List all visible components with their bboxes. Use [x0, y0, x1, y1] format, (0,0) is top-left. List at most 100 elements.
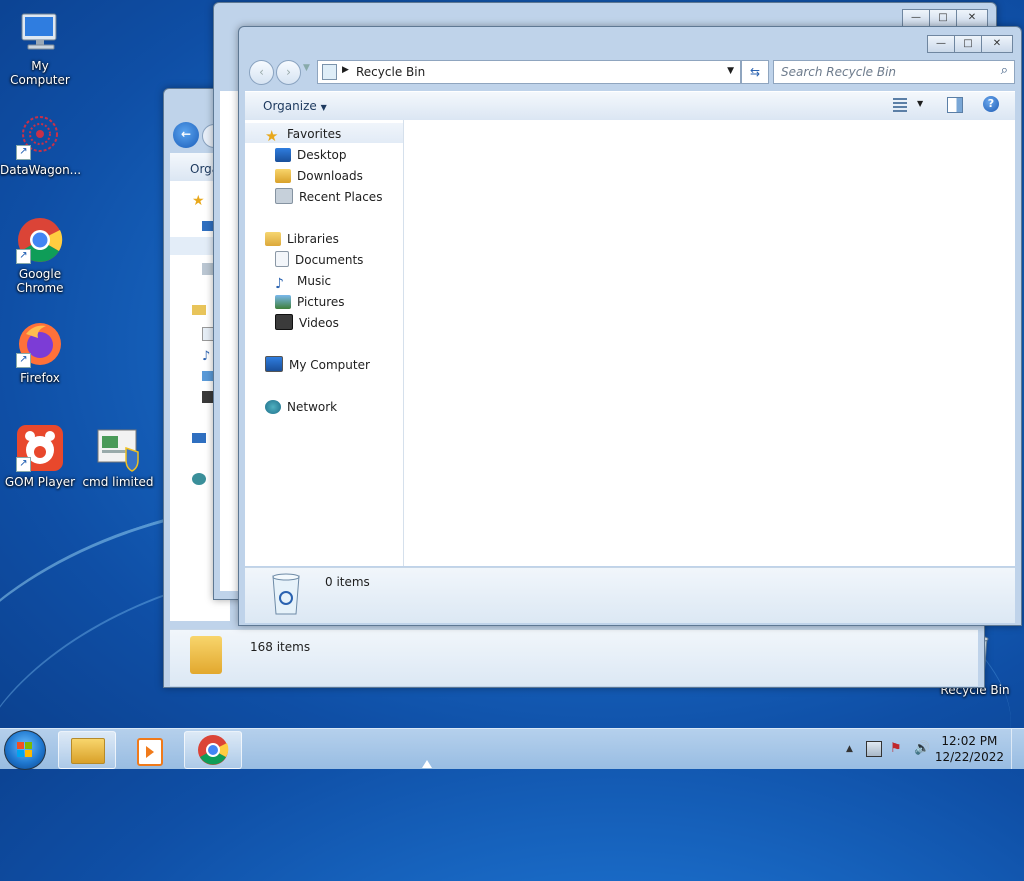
nav-label: Libraries: [287, 232, 339, 246]
nav-label: Music: [297, 274, 332, 288]
desktop-icon-label: My Computer: [10, 59, 70, 87]
taskbar-explorer-button[interactable]: [58, 731, 116, 769]
clock[interactable]: 12:02 PM 12/22/2022: [935, 733, 1004, 765]
start-button[interactable]: [4, 730, 46, 770]
documents-icon: [275, 251, 289, 267]
navigation-pane: ★ Favorites Desktop Downloads Recent Plac…: [245, 120, 404, 566]
view-dropdown-icon[interactable]: ▼: [917, 99, 923, 108]
maximize-button[interactable]: □: [929, 9, 957, 27]
command-bar: Organize ▼ ▼ ?: [245, 91, 1015, 121]
change-view-icon[interactable]: [893, 98, 907, 112]
shortcut-arrow-icon: ↗: [16, 249, 31, 264]
details-pane: 0 items: [245, 567, 1015, 623]
nav-my-computer[interactable]: My Computer: [265, 355, 370, 375]
nav-music[interactable]: ♪ Music: [275, 271, 332, 292]
desktop-icon-cmd-limited[interactable]: cmd limited: [78, 424, 158, 489]
nav-label: Desktop: [297, 148, 347, 162]
star-icon: ★: [265, 127, 279, 145]
refresh-button[interactable]: ⇆: [741, 60, 769, 84]
show-desktop-button[interactable]: [1011, 729, 1024, 769]
folder-icon: [190, 636, 222, 674]
network-icon: [192, 473, 206, 485]
computer-icon: [192, 433, 206, 443]
status-item-count: 0 items: [325, 575, 370, 589]
desktop-icon-gom-player[interactable]: ↗ GOM Player: [0, 424, 80, 489]
chrome-icon: ↗: [16, 216, 64, 264]
desktop-icon: [275, 148, 291, 162]
file-list-area[interactable]: [404, 120, 1015, 566]
nav-label: Favorites: [287, 127, 342, 141]
desktop-icon-my-computer[interactable]: My Computer: [0, 8, 80, 87]
star-icon: ★: [192, 193, 205, 209]
taskbar: ▲ ⚑ 🔊 12:02 PM 12/22/2022: [0, 728, 1024, 770]
shortcut-arrow-icon: ↗: [16, 457, 31, 472]
action-center-flag-icon[interactable]: ⚑: [890, 741, 902, 756]
shortcut-arrow-icon: ↗: [16, 145, 31, 160]
desktop-icon-label: cmd limited: [82, 475, 154, 489]
pictures-icon: [275, 295, 291, 309]
search-box[interactable]: Search Recycle Bin ⌕: [773, 60, 1015, 84]
network-tray-icon[interactable]: [866, 741, 882, 757]
cmd-shield-icon: [94, 424, 142, 472]
desktop-icon-label: DataWagon...: [0, 163, 82, 177]
nav-pictures[interactable]: Pictures: [275, 292, 345, 312]
organize-label: Organize: [263, 99, 317, 113]
nav-recent-places[interactable]: Recent Places: [275, 187, 382, 207]
minimize-button[interactable]: —: [902, 9, 930, 27]
back-button[interactable]: ‹: [249, 60, 274, 85]
desktop-icon-label: Firefox: [20, 371, 60, 385]
computer-icon: [16, 8, 64, 56]
close-button[interactable]: ✕: [956, 9, 988, 27]
minimize-button[interactable]: —: [927, 35, 955, 53]
taskbar-media-player-button[interactable]: [120, 731, 178, 769]
datawagon-icon: ↗: [16, 112, 64, 160]
shortcut-arrow-icon: ↗: [16, 353, 31, 368]
address-bar[interactable]: ▶ Recycle Bin ▼: [317, 60, 741, 84]
network-icon: [265, 400, 281, 414]
search-placeholder: Search Recycle Bin: [781, 65, 897, 79]
downloads-folder-icon: [275, 169, 291, 183]
nav-label: Network: [287, 400, 338, 414]
close-button[interactable]: ✕: [981, 35, 1013, 53]
libraries-icon: [265, 232, 281, 246]
music-icon: ♪: [275, 276, 284, 292]
maximize-button[interactable]: □: [954, 35, 982, 53]
refresh-icon: ⇆: [749, 65, 761, 79]
nav-network[interactable]: Network: [265, 397, 337, 417]
firefox-icon: ↗: [16, 320, 64, 368]
nav-libraries[interactable]: Libraries: [265, 229, 339, 249]
recycle-bin-window[interactable]: — □ ✕ ‹ › ▼ ▶ Recycle Bin ▼ ⇆ Search Rec…: [238, 26, 1022, 626]
nav-desktop[interactable]: Desktop: [275, 145, 347, 165]
taskbar-chrome-button[interactable]: [184, 731, 242, 769]
preview-pane-icon[interactable]: [947, 97, 963, 113]
nav-label: Videos: [299, 316, 339, 330]
media-player-icon: [137, 738, 163, 766]
volume-icon[interactable]: 🔊: [914, 741, 930, 756]
recent-pages-dropdown-icon[interactable]: ▼: [303, 63, 310, 73]
search-icon: ⌕: [1000, 63, 1008, 78]
desktop-icon-datawagon[interactable]: ↗ DataWagon...: [0, 112, 82, 177]
help-icon[interactable]: ?: [983, 96, 999, 112]
show-hidden-icons-button[interactable]: ▲: [846, 744, 853, 754]
desktop-icon-firefox[interactable]: ↗ Firefox: [0, 320, 80, 385]
address-dropdown-icon[interactable]: ▼: [727, 66, 734, 76]
nav-videos[interactable]: Videos: [275, 313, 339, 333]
address-text: Recycle Bin: [356, 65, 426, 79]
nav-favorites[interactable]: ★ Favorites: [265, 124, 342, 145]
recent-places-icon: [275, 188, 293, 204]
gom-player-icon: ↗: [16, 424, 64, 472]
organize-menu[interactable]: Organize ▼: [263, 99, 327, 113]
back-nav-arrow-icon[interactable]: ←: [173, 122, 199, 148]
desktop-icon-google-chrome[interactable]: ↗ Google Chrome: [0, 216, 80, 295]
desktop-icon-label: Google Chrome: [16, 267, 64, 295]
music-icon: ♪: [202, 349, 211, 364]
libraries-icon: [192, 305, 206, 315]
nav-downloads[interactable]: Downloads: [275, 166, 363, 186]
nav-label: Recent Places: [299, 190, 383, 204]
nav-documents[interactable]: Documents: [275, 250, 363, 270]
forward-button[interactable]: ›: [276, 60, 301, 85]
clock-time: 12:02 PM: [941, 734, 998, 748]
breadcrumb-arrow-icon[interactable]: ▶: [342, 65, 349, 75]
windows-logo-icon: [17, 742, 32, 757]
nav-label: Downloads: [297, 169, 363, 183]
